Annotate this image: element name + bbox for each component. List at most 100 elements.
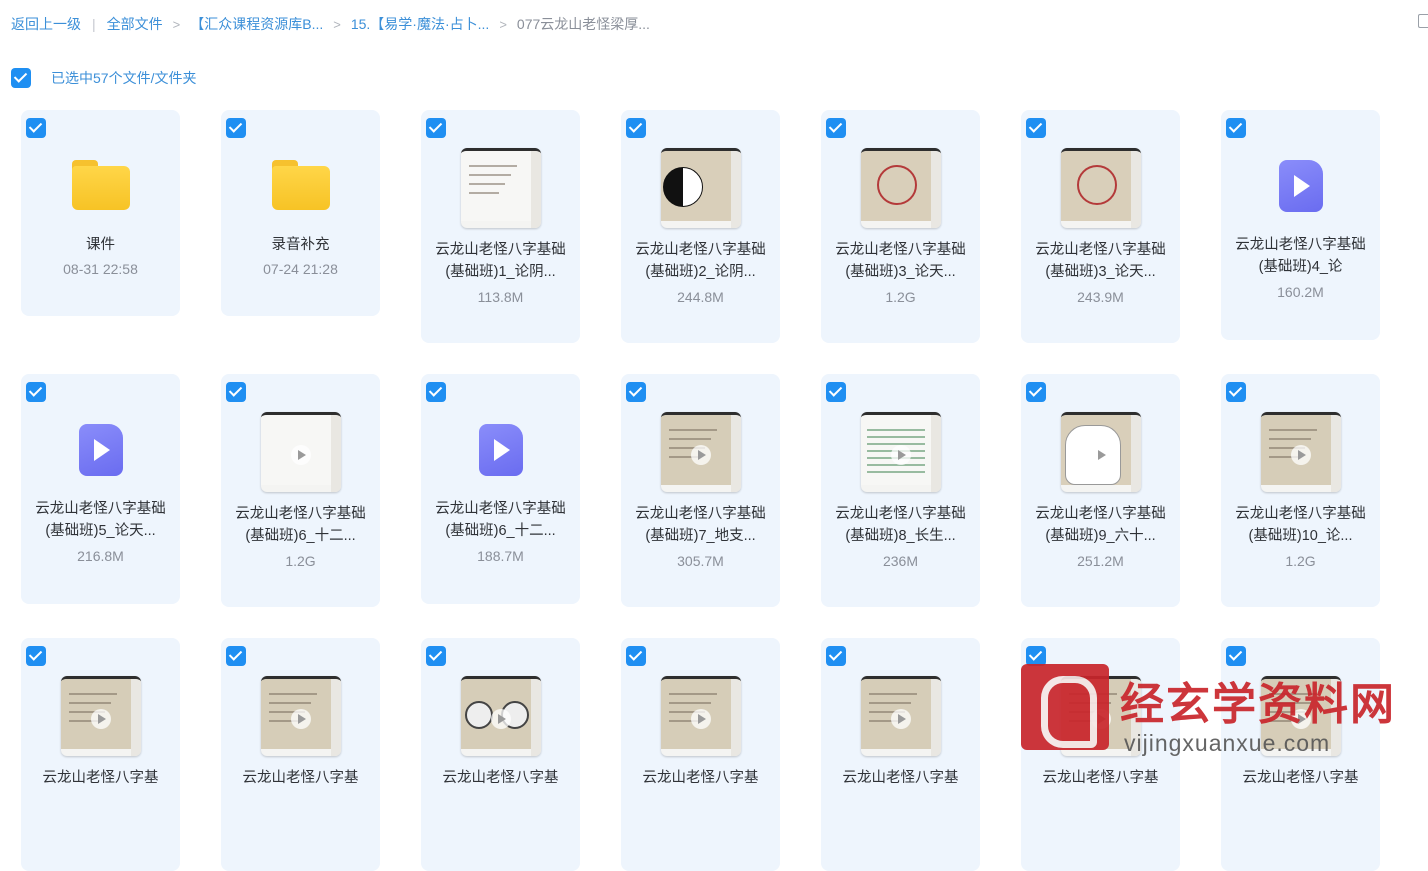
breadcrumb-current: 077云龙山老怪梁厚...: [516, 16, 650, 32]
file-checkbox[interactable]: [426, 382, 446, 402]
file-name: 云龙山老怪八字基础(基础班)3_论天...: [1035, 242, 1166, 280]
file-card[interactable]: 云龙山老怪八字基础(基础班)9_六十... 251.2M: [1021, 374, 1180, 607]
video-thumbnail: [660, 148, 741, 228]
file-checkbox[interactable]: [26, 118, 46, 138]
file-name: 云龙山老怪八字基础(基础班)5_论天...: [35, 501, 166, 539]
chevron-right-icon: >: [499, 16, 507, 32]
file-name: 云龙山老怪八字基: [642, 770, 759, 786]
breadcrumb-all-files[interactable]: 全部文件: [107, 14, 163, 34]
file-thumbnail: [421, 676, 580, 756]
watermark: 经玄学资料网 vijingxuanxue.com: [1020, 660, 1428, 784]
file-size: 160.2M: [1277, 284, 1324, 300]
video-thumbnail: [460, 676, 541, 756]
file-checkbox[interactable]: [26, 382, 46, 402]
file-checkbox[interactable]: [226, 382, 246, 402]
file-size: 216.8M: [77, 548, 124, 564]
file-name: 云龙山老怪八字基础(基础班)3_论天...: [835, 242, 966, 280]
file-checkbox[interactable]: [1026, 382, 1046, 402]
file-checkbox[interactable]: [626, 118, 646, 138]
file-name: 云龙山老怪八字基础(基础班)10_论...: [1235, 506, 1366, 544]
breadcrumb-level2[interactable]: 15.【易学·魔法·占卜...: [351, 14, 489, 34]
file-name: 录音补充: [271, 237, 330, 253]
file-name: 云龙山老怪八字基: [842, 770, 959, 786]
file-size: 1.2G: [285, 553, 316, 569]
file-card[interactable]: 云龙山老怪八字基: [421, 638, 580, 871]
file-card[interactable]: 云龙山老怪八字基础(基础班)5_论天... 216.8M: [21, 374, 180, 604]
breadcrumb-separator: |: [92, 16, 96, 32]
file-checkbox[interactable]: [426, 646, 446, 666]
panel-toggle-icon[interactable]: [1418, 14, 1428, 28]
file-name: 云龙山老怪八字基: [42, 770, 159, 786]
file-size: 113.8M: [477, 289, 524, 305]
file-card[interactable]: 云龙山老怪八字基: [821, 638, 980, 871]
video-thumbnail: [1260, 412, 1341, 492]
video-file-icon: [1278, 160, 1323, 212]
file-card[interactable]: 云龙山老怪八字基础(基础班)8_长生... 236M: [821, 374, 980, 607]
file-card[interactable]: 云龙山老怪八字基础(基础班)4_论 160.2M: [1221, 110, 1380, 340]
file-checkbox[interactable]: [826, 382, 846, 402]
file-name: 云龙山老怪八字基础(基础班)4_论: [1235, 237, 1366, 275]
file-date: 08-31 22:58: [63, 261, 138, 277]
video-thumbnail: [460, 148, 541, 228]
folder-icon: [71, 160, 130, 210]
file-checkbox[interactable]: [226, 646, 246, 666]
file-thumbnail: [1021, 412, 1180, 492]
video-thumbnail: [860, 412, 941, 492]
video-thumbnail: [660, 412, 741, 492]
file-date: 07-24 21:28: [263, 261, 338, 277]
video-thumbnail: [260, 676, 341, 756]
file-checkbox[interactable]: [826, 118, 846, 138]
file-checkbox[interactable]: [1026, 118, 1046, 138]
folder-card[interactable]: 录音补充 07-24 21:28: [221, 110, 380, 316]
file-card[interactable]: 云龙山老怪八字基: [621, 638, 780, 871]
file-checkbox[interactable]: [426, 118, 446, 138]
file-card[interactable]: 云龙山老怪八字基础(基础班)6_十二... 1.2G: [221, 374, 380, 607]
file-size: 244.8M: [677, 289, 724, 305]
file-card[interactable]: 云龙山老怪八字基: [21, 638, 180, 871]
file-card[interactable]: 云龙山老怪八字基础(基础班)7_地支... 305.7M: [621, 374, 780, 607]
video-file-icon: [78, 424, 123, 476]
file-thumbnail: [21, 160, 180, 210]
file-card[interactable]: 云龙山老怪八字基础(基础班)1_论阴... 113.8M: [421, 110, 580, 343]
file-checkbox[interactable]: [626, 646, 646, 666]
file-card[interactable]: 云龙山老怪八字基: [221, 638, 380, 871]
file-checkbox[interactable]: [26, 646, 46, 666]
file-name: 云龙山老怪八字基础(基础班)9_六十...: [1035, 506, 1166, 544]
file-thumbnail: [421, 148, 580, 228]
file-size: 1.2G: [885, 289, 916, 305]
file-size: 243.9M: [1077, 289, 1124, 305]
file-thumbnail: [221, 412, 380, 492]
file-name: 云龙山老怪八字基础(基础班)2_论阴...: [635, 242, 766, 280]
file-card[interactable]: 云龙山老怪八字基础(基础班)2_论阴... 244.8M: [621, 110, 780, 343]
file-card[interactable]: 云龙山老怪八字基础(基础班)3_论天... 1.2G: [821, 110, 980, 343]
file-checkbox[interactable]: [1226, 382, 1246, 402]
breadcrumb-level1[interactable]: 【汇众课程资源库B...: [190, 14, 323, 34]
file-size: 305.7M: [677, 553, 724, 569]
file-thumbnail: [821, 412, 980, 492]
file-card[interactable]: 云龙山老怪八字基础(基础班)6_十二... 188.7M: [421, 374, 580, 604]
video-thumbnail: [260, 412, 341, 492]
file-checkbox[interactable]: [226, 118, 246, 138]
file-thumbnail: [1221, 412, 1380, 492]
selection-count: 已选中57个文件/文件夹: [51, 70, 197, 86]
file-name: 云龙山老怪八字基础(基础班)6_十二...: [235, 506, 366, 544]
file-size: 1.2G: [1285, 553, 1316, 569]
file-card[interactable]: 云龙山老怪八字基础(基础班)3_论天... 243.9M: [1021, 110, 1180, 343]
watermark-url: vijingxuanxue.com: [1124, 730, 1331, 756]
file-checkbox[interactable]: [626, 382, 646, 402]
watermark-title: 经玄学资料网: [1120, 680, 1396, 729]
file-checkbox[interactable]: [826, 646, 846, 666]
file-checkbox[interactable]: [1226, 118, 1246, 138]
back-link[interactable]: 返回上一级: [11, 14, 81, 34]
file-size: 236M: [882, 553, 919, 569]
video-file-icon: [478, 424, 523, 476]
file-name: 云龙山老怪八字基: [442, 770, 559, 786]
file-thumbnail: [221, 160, 380, 210]
file-card[interactable]: 云龙山老怪八字基础(基础班)10_论... 1.2G: [1221, 374, 1380, 607]
file-thumbnail: [221, 676, 380, 756]
video-thumbnail: [60, 676, 141, 756]
file-thumbnail: [621, 412, 780, 492]
folder-card[interactable]: 课件 08-31 22:58: [21, 110, 180, 316]
select-all-checkbox[interactable]: [11, 68, 31, 88]
file-name: 云龙山老怪八字基础(基础班)1_论阴...: [435, 242, 566, 280]
